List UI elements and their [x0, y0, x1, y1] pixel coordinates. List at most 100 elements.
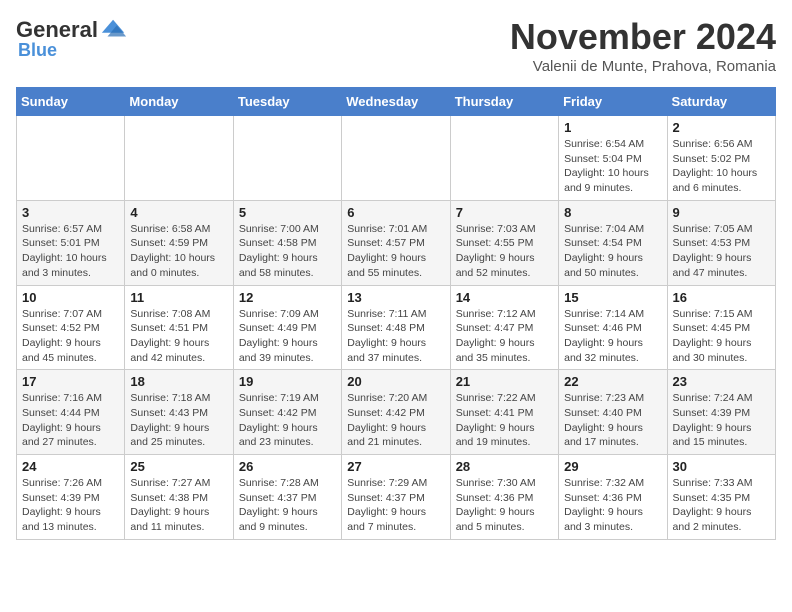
day-number: 2	[673, 120, 770, 135]
day-number: 13	[347, 290, 444, 305]
day-number: 5	[239, 205, 336, 220]
day-info: Sunrise: 6:56 AM Sunset: 5:02 PM Dayligh…	[673, 137, 770, 196]
day-info: Sunrise: 7:04 AM Sunset: 4:54 PM Dayligh…	[564, 222, 661, 281]
calendar-cell	[450, 116, 558, 201]
day-info: Sunrise: 7:32 AM Sunset: 4:36 PM Dayligh…	[564, 476, 661, 535]
calendar-cell: 28Sunrise: 7:30 AM Sunset: 4:36 PM Dayli…	[450, 455, 558, 540]
calendar-week-row: 1 Sunrise: 6:54 AM Sunset: 5:04 PM Daylig…	[17, 116, 776, 201]
day-info: Sunrise: 7:19 AM Sunset: 4:42 PM Dayligh…	[239, 391, 336, 450]
calendar-cell: 1 Sunrise: 6:54 AM Sunset: 5:04 PM Daylig…	[559, 116, 667, 201]
calendar-week-row: 10 Sunrise: 7:07 AM Sunset: 4:52 PM Dayli…	[17, 285, 776, 370]
calendar-cell: 27 Sunrise: 7:29 AM Sunset: 4:37 PM Dayli…	[342, 455, 450, 540]
calendar-table: SundayMondayTuesdayWednesdayThursdayFrid…	[16, 87, 776, 540]
logo: General Blue	[16, 16, 128, 61]
calendar-cell: 9 Sunrise: 7:05 AM Sunset: 4:53 PM Daylig…	[667, 200, 775, 285]
weekday-header-thursday: Thursday	[450, 88, 558, 116]
day-info: Sunrise: 7:12 AM Sunset: 4:47 PM Dayligh…	[456, 307, 553, 366]
day-info: Sunrise: 7:27 AM Sunset: 4:38 PM Dayligh…	[130, 476, 227, 535]
calendar-cell: 15 Sunrise: 7:14 AM Sunset: 4:46 PM Dayli…	[559, 285, 667, 370]
calendar-cell	[233, 116, 341, 201]
day-number: 3	[22, 205, 119, 220]
day-number: 10	[22, 290, 119, 305]
day-info: Sunrise: 7:03 AM Sunset: 4:55 PM Dayligh…	[456, 222, 553, 281]
calendar-cell: 30 Sunrise: 7:33 AM Sunset: 4:35 PM Dayli…	[667, 455, 775, 540]
calendar-cell: 7 Sunrise: 7:03 AM Sunset: 4:55 PM Daylig…	[450, 200, 558, 285]
calendar-cell	[125, 116, 233, 201]
day-info: Sunrise: 7:28 AM Sunset: 4:37 PM Dayligh…	[239, 476, 336, 535]
weekday-header-tuesday: Tuesday	[233, 88, 341, 116]
calendar-cell: 20 Sunrise: 7:20 AM Sunset: 4:42 PM Dayli…	[342, 370, 450, 455]
day-number: 23	[673, 374, 770, 389]
day-number: 1	[564, 120, 661, 135]
day-number: 21	[456, 374, 553, 389]
day-info: Sunrise: 7:08 AM Sunset: 4:51 PM Dayligh…	[130, 307, 227, 366]
calendar-cell	[342, 116, 450, 201]
calendar-cell: 25 Sunrise: 7:27 AM Sunset: 4:38 PM Dayli…	[125, 455, 233, 540]
day-number: 27	[347, 459, 444, 474]
calendar-cell: 22 Sunrise: 7:23 AM Sunset: 4:40 PM Dayli…	[559, 370, 667, 455]
day-info: Sunrise: 7:20 AM Sunset: 4:42 PM Dayligh…	[347, 391, 444, 450]
weekday-header-wednesday: Wednesday	[342, 88, 450, 116]
day-number: 7	[456, 205, 553, 220]
day-info: Sunrise: 7:00 AM Sunset: 4:58 PM Dayligh…	[239, 222, 336, 281]
day-number: 9	[673, 205, 770, 220]
calendar-cell: 26 Sunrise: 7:28 AM Sunset: 4:37 PM Dayli…	[233, 455, 341, 540]
calendar-cell: 10 Sunrise: 7:07 AM Sunset: 4:52 PM Dayli…	[17, 285, 125, 370]
calendar-cell: 2 Sunrise: 6:56 AM Sunset: 5:02 PM Daylig…	[667, 116, 775, 201]
day-info: Sunrise: 7:33 AM Sunset: 4:35 PM Dayligh…	[673, 476, 770, 535]
day-info: Sunrise: 7:24 AM Sunset: 4:39 PM Dayligh…	[673, 391, 770, 450]
calendar-cell: 6Sunrise: 7:01 AM Sunset: 4:57 PM Daylig…	[342, 200, 450, 285]
weekday-header-row: SundayMondayTuesdayWednesdayThursdayFrid…	[17, 88, 776, 116]
day-info: Sunrise: 6:54 AM Sunset: 5:04 PM Dayligh…	[564, 137, 661, 196]
calendar-cell: 11 Sunrise: 7:08 AM Sunset: 4:51 PM Dayli…	[125, 285, 233, 370]
day-number: 26	[239, 459, 336, 474]
day-info: Sunrise: 7:05 AM Sunset: 4:53 PM Dayligh…	[673, 222, 770, 281]
day-info: Sunrise: 7:15 AM Sunset: 4:45 PM Dayligh…	[673, 307, 770, 366]
day-info: Sunrise: 6:58 AM Sunset: 4:59 PM Dayligh…	[130, 222, 227, 281]
day-number: 12	[239, 290, 336, 305]
weekday-header-sunday: Sunday	[17, 88, 125, 116]
day-number: 11	[130, 290, 227, 305]
day-number: 4	[130, 205, 227, 220]
weekday-header-monday: Monday	[125, 88, 233, 116]
calendar-cell: 16 Sunrise: 7:15 AM Sunset: 4:45 PM Dayli…	[667, 285, 775, 370]
calendar-cell: 23 Sunrise: 7:24 AM Sunset: 4:39 PM Dayli…	[667, 370, 775, 455]
weekday-header-saturday: Saturday	[667, 88, 775, 116]
calendar-cell: 8 Sunrise: 7:04 AM Sunset: 4:54 PM Daylig…	[559, 200, 667, 285]
calendar-week-row: 3 Sunrise: 6:57 AM Sunset: 5:01 PM Daylig…	[17, 200, 776, 285]
calendar-cell: 17 Sunrise: 7:16 AM Sunset: 4:44 PM Dayli…	[17, 370, 125, 455]
calendar-cell: 13Sunrise: 7:11 AM Sunset: 4:48 PM Dayli…	[342, 285, 450, 370]
calendar-cell: 18 Sunrise: 7:18 AM Sunset: 4:43 PM Dayli…	[125, 370, 233, 455]
day-info: Sunrise: 7:23 AM Sunset: 4:40 PM Dayligh…	[564, 391, 661, 450]
day-info: Sunrise: 7:30 AM Sunset: 4:36 PM Dayligh…	[456, 476, 553, 535]
day-number: 25	[130, 459, 227, 474]
day-number: 18	[130, 374, 227, 389]
calendar-week-row: 24 Sunrise: 7:26 AM Sunset: 4:39 PM Dayli…	[17, 455, 776, 540]
calendar-cell: 4 Sunrise: 6:58 AM Sunset: 4:59 PM Daylig…	[125, 200, 233, 285]
calendar-cell: 21Sunrise: 7:22 AM Sunset: 4:41 PM Dayli…	[450, 370, 558, 455]
calendar-cell: 3 Sunrise: 6:57 AM Sunset: 5:01 PM Daylig…	[17, 200, 125, 285]
day-info: Sunrise: 7:18 AM Sunset: 4:43 PM Dayligh…	[130, 391, 227, 450]
day-number: 22	[564, 374, 661, 389]
day-info: Sunrise: 7:07 AM Sunset: 4:52 PM Dayligh…	[22, 307, 119, 366]
day-number: 16	[673, 290, 770, 305]
day-info: Sunrise: 7:01 AM Sunset: 4:57 PM Dayligh…	[347, 222, 444, 281]
day-info: Sunrise: 7:14 AM Sunset: 4:46 PM Dayligh…	[564, 307, 661, 366]
calendar-cell: 14Sunrise: 7:12 AM Sunset: 4:47 PM Dayli…	[450, 285, 558, 370]
page-header: General Blue November 2024 Valenii de Mu…	[16, 16, 776, 75]
day-info: Sunrise: 7:29 AM Sunset: 4:37 PM Dayligh…	[347, 476, 444, 535]
day-number: 30	[673, 459, 770, 474]
logo-blue-text: Blue	[18, 40, 57, 61]
calendar-cell: 29Sunrise: 7:32 AM Sunset: 4:36 PM Dayli…	[559, 455, 667, 540]
day-info: Sunrise: 7:16 AM Sunset: 4:44 PM Dayligh…	[22, 391, 119, 450]
day-number: 8	[564, 205, 661, 220]
day-number: 17	[22, 374, 119, 389]
calendar-cell	[17, 116, 125, 201]
day-info: Sunrise: 7:26 AM Sunset: 4:39 PM Dayligh…	[22, 476, 119, 535]
day-info: Sunrise: 6:57 AM Sunset: 5:01 PM Dayligh…	[22, 222, 119, 281]
calendar-cell: 12 Sunrise: 7:09 AM Sunset: 4:49 PM Dayli…	[233, 285, 341, 370]
day-number: 24	[22, 459, 119, 474]
day-info: Sunrise: 7:09 AM Sunset: 4:49 PM Dayligh…	[239, 307, 336, 366]
day-number: 15	[564, 290, 661, 305]
day-number: 20	[347, 374, 444, 389]
